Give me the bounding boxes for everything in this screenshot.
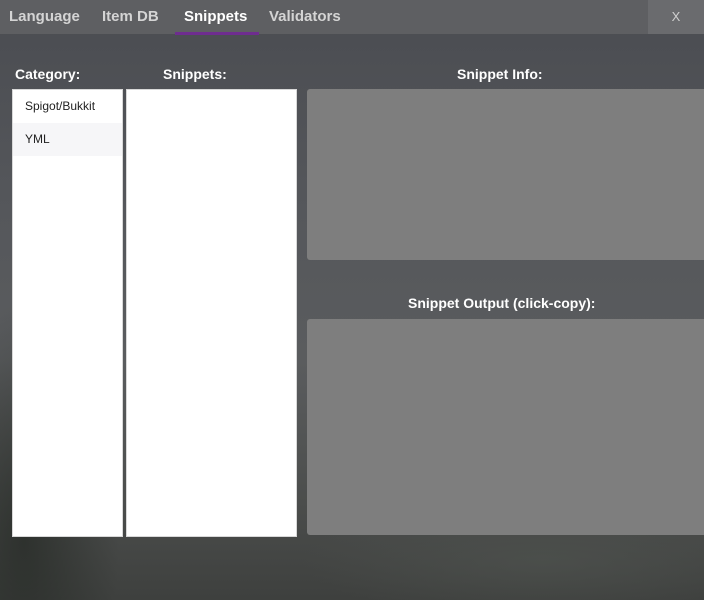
snippet-output-box[interactable]	[307, 319, 704, 535]
close-button[interactable]: X	[648, 0, 704, 34]
snippet-info-heading: Snippet Info:	[457, 66, 543, 82]
category-item-spigot-bukkit[interactable]: Spigot/Bukkit	[13, 90, 122, 123]
tab-validators[interactable]: Validators	[269, 0, 341, 34]
category-item-yml[interactable]: YML	[13, 123, 122, 156]
snippets-heading: Snippets:	[163, 66, 227, 82]
tab-language[interactable]: Language	[9, 0, 80, 34]
tab-snippets[interactable]: Snippets	[184, 0, 247, 34]
snippet-info-box	[307, 89, 704, 260]
snippet-output-heading: Snippet Output (click-copy):	[408, 295, 596, 311]
tab-item-db[interactable]: Item DB	[102, 0, 159, 34]
tab-bar: Language Item DB Snippets Validators X	[0, 0, 704, 35]
active-tab-indicator	[175, 32, 259, 35]
snippets-list[interactable]	[126, 89, 297, 537]
category-list[interactable]: Spigot/Bukkit YML	[12, 89, 123, 537]
category-heading: Category:	[15, 66, 81, 82]
